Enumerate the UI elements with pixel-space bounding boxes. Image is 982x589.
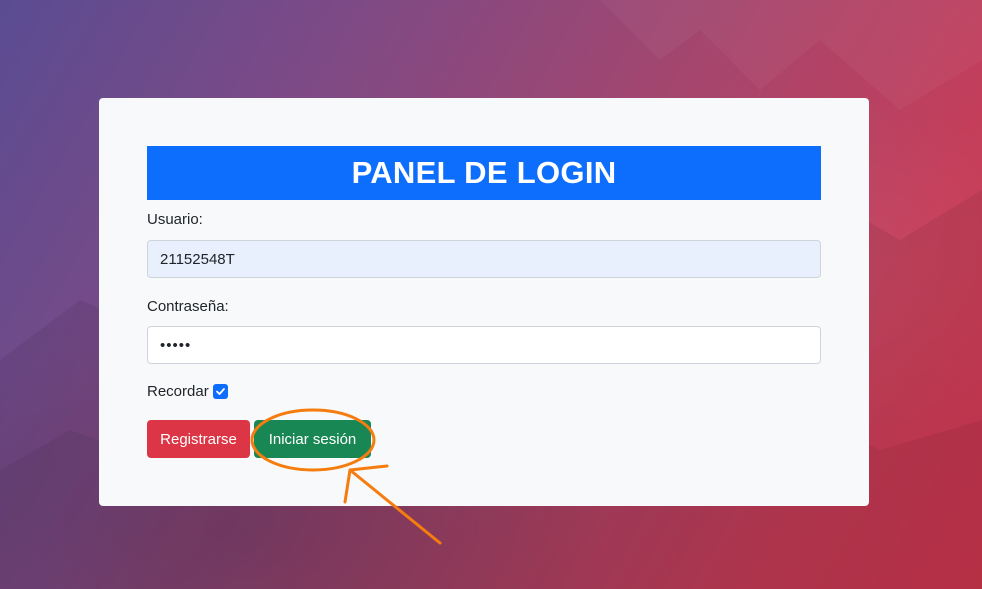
panel-title: PANEL DE LOGIN: [147, 146, 821, 200]
username-input[interactable]: [147, 240, 821, 278]
password-input[interactable]: [147, 326, 821, 364]
remember-label: Recordar: [147, 383, 209, 400]
username-label: Usuario:: [147, 211, 203, 228]
register-button[interactable]: Registrarse: [147, 420, 250, 458]
check-icon: [215, 388, 225, 395]
login-card: PANEL DE LOGIN Usuario: Contraseña: Reco…: [99, 98, 869, 506]
remember-row: Recordar: [147, 383, 228, 400]
remember-checkbox[interactable]: [212, 384, 228, 399]
login-button[interactable]: Iniciar sesión: [254, 420, 371, 458]
password-label: Contraseña:: [147, 298, 229, 315]
